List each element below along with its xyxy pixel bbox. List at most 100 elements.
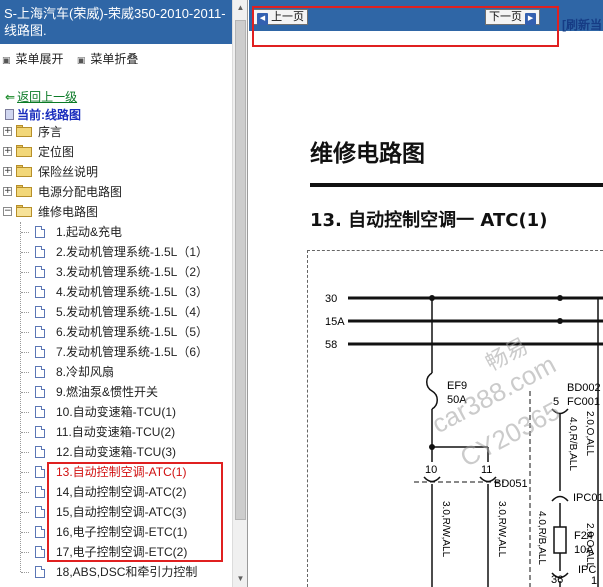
page-icon bbox=[5, 109, 14, 120]
collapse-icon[interactable]: − bbox=[3, 207, 12, 216]
pin-5: 5 bbox=[553, 396, 559, 408]
document-icon bbox=[35, 426, 45, 438]
junction-dot bbox=[557, 318, 563, 324]
menu-expand-button[interactable]: 菜单展开 bbox=[2, 52, 64, 66]
tree-item-label: 5.发动机管理系统-1.5L（4） bbox=[56, 305, 209, 319]
document-icon bbox=[35, 306, 45, 318]
tree-folder-label: 序言 bbox=[38, 125, 63, 139]
expand-icon[interactable]: + bbox=[3, 187, 12, 196]
document-pane: ◀ 上一页 下一页 ▶ [刷新当 维修电路图 13. 自动控制空调一 ATC(1… bbox=[249, 0, 603, 587]
tree-item-label: 9.燃油泵&惯性开关 bbox=[56, 385, 159, 399]
tree-item[interactable]: 11.自动变速箱-TCU(2) bbox=[0, 422, 232, 442]
tree-item[interactable]: 17,电子控制空调-ETC(2) bbox=[0, 542, 232, 562]
scroll-down-icon[interactable]: ▼ bbox=[233, 571, 247, 587]
document-icon bbox=[35, 366, 45, 378]
fuse-ef9-name: EF9 bbox=[447, 380, 467, 392]
document-icon bbox=[35, 446, 45, 458]
tree-item[interactable]: 6.发动机管理系统-1.5L（5） bbox=[0, 322, 232, 342]
prev-page-button[interactable]: ◀ 上一页 bbox=[253, 9, 309, 25]
fuse-ef9-symbol bbox=[426, 372, 438, 410]
connector-bd002: BD002 bbox=[567, 382, 601, 394]
tree-item-label: 1.起动&充电 bbox=[56, 225, 123, 239]
folder-icon bbox=[16, 145, 32, 157]
tree-item-label: 16,电子控制空调-ETC(1) bbox=[56, 525, 188, 539]
fuse-f24-symbol bbox=[553, 526, 567, 554]
wire-f-label: 2.0,O,ALL bbox=[584, 523, 595, 568]
tree-item[interactable]: 15,自动控制空调-ATC(3) bbox=[0, 502, 232, 522]
tree-item-label: 7.发动机管理系统-1.5L（6） bbox=[56, 345, 209, 359]
tree-item-label: 17,电子控制空调-ETC(2) bbox=[56, 545, 188, 559]
tree-item[interactable]: 8.冷却风扇 bbox=[0, 362, 232, 382]
section-title: 13. 自动控制空调一 ATC(1) bbox=[310, 210, 548, 231]
tree-item-label: 6.发动机管理系统-1.5L（5） bbox=[56, 325, 209, 339]
tree-folder[interactable]: + 定位图 bbox=[0, 142, 232, 162]
tree-item[interactable]: 5.发动机管理系统-1.5L（4） bbox=[0, 302, 232, 322]
tree-item[interactable]: 9.燃油泵&惯性开关 bbox=[0, 382, 232, 402]
document-icon bbox=[35, 466, 45, 478]
tree-folder[interactable]: + 序言 bbox=[0, 122, 232, 142]
fuse-ef9-rating: 50A bbox=[447, 394, 467, 406]
tree-item-label: 8.冷却风扇 bbox=[56, 365, 115, 379]
folder-icon bbox=[16, 125, 32, 137]
tree-item[interactable]: 12.自动变速箱-TCU(3) bbox=[0, 442, 232, 462]
tree-folder[interactable]: + 保险丝说明 bbox=[0, 162, 232, 182]
expand-icon[interactable]: + bbox=[3, 167, 12, 176]
folder-icon bbox=[16, 185, 32, 197]
scroll-up-icon[interactable]: ▲ bbox=[233, 0, 247, 16]
tree-item[interactable]: 3.发动机管理系统-1.5L（2） bbox=[0, 262, 232, 282]
wire-c-label: 3.0,R/W,ALL bbox=[440, 501, 451, 558]
rail-label-30: 30 bbox=[325, 293, 337, 305]
pin-36: 36 bbox=[551, 574, 563, 586]
tree-item[interactable]: 7.发动机管理系统-1.5L（6） bbox=[0, 342, 232, 362]
tree-item-label: 11.自动变速箱-TCU(2) bbox=[56, 425, 176, 439]
junction-dot bbox=[557, 295, 563, 301]
tree-item[interactable]: 14,自动控制空调-ATC(2) bbox=[0, 482, 232, 502]
document-icon bbox=[35, 326, 45, 338]
manual-title: S-上海汽车(荣威)-荣威350-2010-2011- 线路图. bbox=[0, 0, 232, 44]
wiring-diagram-svg: 30 15A 58 EF9 50A 10 11 BD051 3.0,R/W,AL… bbox=[325, 293, 603, 587]
tree-folder[interactable]: + 电源分配电路图 bbox=[0, 182, 232, 202]
page-nav-bar: ◀ 上一页 下一页 ▶ [刷新当 bbox=[249, 0, 603, 33]
document-icon bbox=[35, 486, 45, 498]
tree-item[interactable]: 10.自动变速箱-TCU(1) bbox=[0, 402, 232, 422]
doc-title: 维修电路图 bbox=[310, 141, 425, 167]
refresh-link[interactable]: [刷新当 bbox=[562, 16, 602, 33]
document-icon bbox=[35, 526, 45, 538]
scrollbar-thumb[interactable] bbox=[235, 20, 246, 520]
tree-item[interactable]: 13.自动控制空调-ATC(1) bbox=[0, 462, 232, 482]
tree-item[interactable]: 18,ABS,DSC和牵引力控制 bbox=[0, 562, 232, 582]
tree-item[interactable]: 2.发动机管理系统-1.5L（1） bbox=[0, 242, 232, 262]
left-navigation-pane: S-上海汽车(荣威)-荣威350-2010-2011- 线路图. 菜单展开 菜单… bbox=[0, 0, 248, 587]
next-page-button[interactable]: 下一页 ▶ bbox=[485, 9, 541, 25]
right-arrow-icon: ▶ bbox=[525, 13, 537, 25]
back-link[interactable]: ⇐ 返回上一级 bbox=[5, 88, 77, 105]
title-rule bbox=[310, 183, 603, 187]
document-icon bbox=[35, 566, 45, 578]
tree-item[interactable]: 16,电子控制空调-ETC(1) bbox=[0, 522, 232, 542]
folder-icon bbox=[16, 165, 32, 177]
connector-fc001: FC001 bbox=[567, 396, 600, 408]
tree-item-label: 13.自动控制空调-ATC(1) bbox=[56, 465, 187, 479]
tree-item-label: 10.自动变速箱-TCU(1) bbox=[56, 405, 177, 419]
menu-collapse-button[interactable]: 菜单折叠 bbox=[77, 52, 139, 66]
rail-label-58: 58 bbox=[325, 339, 337, 351]
tree-item[interactable]: 1.起动&充电 bbox=[0, 222, 232, 242]
left-scrollbar[interactable]: ▲ ▼ bbox=[232, 0, 247, 587]
document-icon bbox=[35, 246, 45, 258]
back-arrow-icon: ⇐ bbox=[5, 90, 16, 104]
document-icon bbox=[35, 386, 45, 398]
tree-item[interactable]: 4.发动机管理系统-1.5L（3） bbox=[0, 282, 232, 302]
document-icon bbox=[35, 406, 45, 418]
tree-item-label: 15,自动控制空调-ATC(3) bbox=[56, 505, 187, 519]
tree-item-label: 14,自动控制空调-ATC(2) bbox=[56, 485, 187, 499]
tree-item-label: 12.自动变速箱-TCU(3) bbox=[56, 445, 177, 459]
expand-icon[interactable]: + bbox=[3, 147, 12, 156]
rail-label-15a: 15A bbox=[325, 316, 345, 328]
expand-icon[interactable]: + bbox=[3, 127, 12, 136]
tree-folder-label: 保险丝说明 bbox=[38, 165, 99, 179]
tree-folder[interactable]: − 维修电路图 bbox=[0, 202, 232, 222]
wire-a-label: 4.0,R/B,ALL bbox=[567, 417, 578, 471]
tree-item-label: 2.发动机管理系统-1.5L（1） bbox=[56, 245, 209, 259]
left-arrow-icon: ◀ bbox=[257, 13, 268, 25]
folder-icon bbox=[16, 205, 32, 217]
